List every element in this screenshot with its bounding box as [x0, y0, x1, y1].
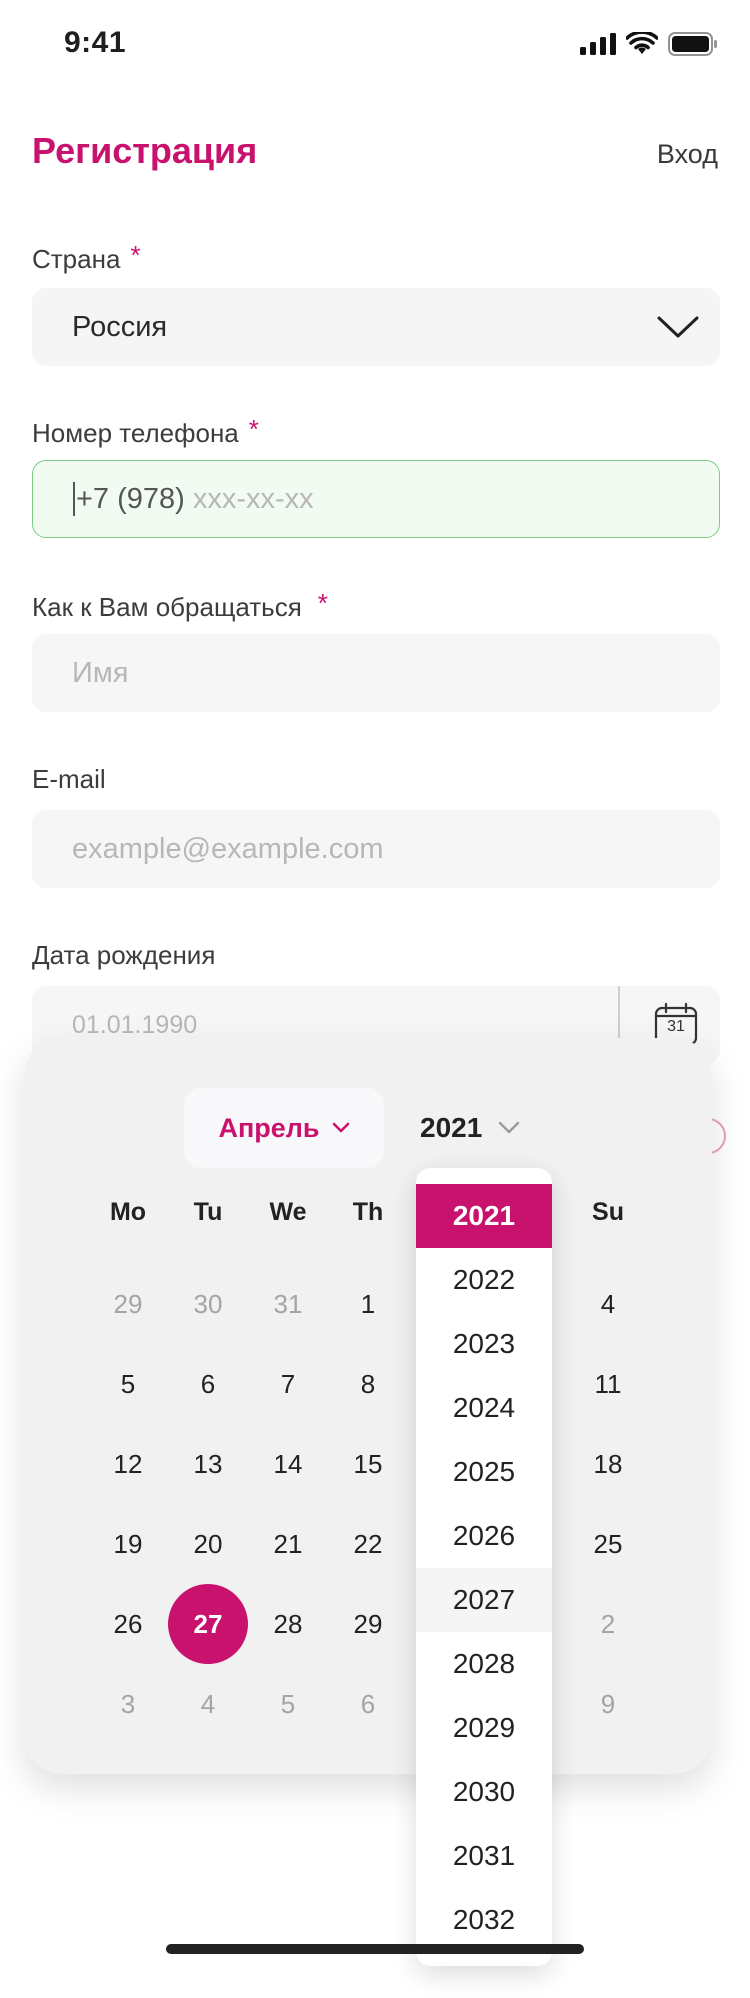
calendar-day[interactable]: 15: [328, 1424, 408, 1504]
year-option[interactable]: 2023: [416, 1312, 552, 1376]
phone-prefix: +7 (978): [76, 482, 185, 515]
country-value: Россия: [72, 310, 168, 343]
calendar-day[interactable]: 21: [248, 1504, 328, 1584]
birthdate-label: Дата рождения: [32, 940, 216, 970]
calendar-day[interactable]: 2: [568, 1584, 648, 1664]
calendar-icon-number: 31: [667, 1018, 685, 1035]
text-cursor: [73, 482, 75, 516]
year-option[interactable]: 2022: [416, 1248, 552, 1312]
year-option[interactable]: 2029: [416, 1696, 552, 1760]
calendar-day[interactable]: 3: [88, 1664, 168, 1744]
calendar-day[interactable]: 1: [328, 1264, 408, 1344]
country-label: Страна *: [32, 240, 141, 275]
calendar-day[interactable]: 19: [88, 1504, 168, 1584]
year-option[interactable]: 2032: [416, 1888, 552, 1952]
calendar-day[interactable]: 29: [88, 1264, 168, 1344]
required-mark: *: [248, 414, 259, 444]
chevron-down-icon: [332, 1122, 349, 1133]
cellular-signal-icon: [580, 33, 616, 55]
calendar-day[interactable]: 11: [568, 1344, 648, 1424]
calendar-day[interactable]: 4: [568, 1264, 648, 1344]
phone-label-text: Номер телефона: [32, 418, 239, 448]
calendar-day[interactable]: 7: [248, 1344, 328, 1424]
battery-icon: [668, 32, 717, 56]
calendar-day[interactable]: 8: [328, 1344, 408, 1424]
year-option[interactable]: 2027: [416, 1568, 552, 1632]
year-option[interactable]: 2024: [416, 1376, 552, 1440]
email-placeholder: example@example.com: [72, 832, 384, 865]
country-label-text: Страна: [32, 244, 121, 274]
phone-placeholder: xxx-xx-xx: [192, 482, 314, 515]
month-selector[interactable]: Апрель: [184, 1088, 384, 1168]
calendar-day[interactable]: 22: [328, 1504, 408, 1584]
birthdate-placeholder: 01.01.1990: [72, 1010, 198, 1039]
name-placeholder: Имя: [72, 656, 129, 689]
country-select[interactable]: Россия: [32, 288, 720, 366]
calendar-day[interactable]: 13: [168, 1424, 248, 1504]
login-link[interactable]: Вход: [657, 139, 718, 170]
calendar-day[interactable]: 28: [248, 1584, 328, 1664]
status-icons: [580, 32, 718, 56]
status-time: 9:41: [64, 26, 127, 59]
year-option[interactable]: 2021: [416, 1184, 552, 1248]
calendar-day[interactable]: 6: [168, 1344, 248, 1424]
email-label: E-mail: [32, 764, 106, 794]
home-indicator: [166, 1944, 584, 1954]
year-option[interactable]: 2025: [416, 1440, 552, 1504]
calendar-day[interactable]: 14: [248, 1424, 328, 1504]
phone-label: Номер телефона *: [32, 414, 259, 449]
calendar-day[interactable]: 18: [568, 1424, 648, 1504]
weekday-header: Mo: [109, 1198, 147, 1226]
calendar-day[interactable]: 20: [168, 1504, 248, 1584]
wifi-icon: [626, 32, 658, 54]
required-mark: *: [130, 240, 141, 270]
year-selector[interactable]: 2021: [420, 1088, 520, 1168]
weekday-header: Th: [352, 1198, 384, 1226]
calendar-day[interactable]: 25: [568, 1504, 648, 1584]
weekday-header: Tu: [193, 1198, 223, 1226]
name-label-text: Как к Вам обращаться: [32, 592, 302, 622]
calendar-day-selected[interactable]: 27: [168, 1584, 248, 1664]
calendar-day[interactable]: 29: [328, 1584, 408, 1664]
phone-input[interactable]: +7 (978) xxx-xx-xx: [32, 460, 720, 538]
chevron-down-icon: [499, 1121, 520, 1134]
page-title: Регистрация: [32, 130, 258, 171]
month-label: Апрель: [218, 1112, 320, 1143]
year-label: 2021: [420, 1112, 483, 1143]
calendar-day[interactable]: 9: [568, 1664, 648, 1744]
year-option[interactable]: 2028: [416, 1632, 552, 1696]
weekday-header: Su: [592, 1198, 624, 1226]
name-label: Как к Вам обращаться *: [32, 588, 328, 623]
calendar-day[interactable]: 30: [168, 1264, 248, 1344]
name-input[interactable]: Имя: [32, 634, 720, 712]
required-mark: *: [317, 588, 328, 618]
calendar-popup: Апрель 2021 Mo Tu We Th Su 29 30 31 1 4 5 6 7 8 11 12 13…: [24, 1038, 712, 1774]
year-option[interactable]: 2026: [416, 1504, 552, 1568]
year-dropdown-list: 2021 2022 2023 2024 2025 2026 2027 2028 2029 2030…: [416, 1168, 552, 1966]
calendar-day[interactable]: 26: [88, 1584, 168, 1664]
year-option[interactable]: 2031: [416, 1824, 552, 1888]
year-option[interactable]: 2030: [416, 1760, 552, 1824]
weekday-header: We: [269, 1198, 307, 1226]
calendar-day[interactable]: 6: [328, 1664, 408, 1744]
email-input[interactable]: example@example.com: [32, 810, 720, 888]
calendar-day[interactable]: 12: [88, 1424, 168, 1504]
chevron-down-icon: [657, 316, 699, 338]
calendar-day[interactable]: 4: [168, 1664, 248, 1744]
calendar-day[interactable]: 31: [248, 1264, 328, 1344]
calendar-day[interactable]: 5: [248, 1664, 328, 1744]
calendar-day[interactable]: 5: [88, 1344, 168, 1424]
